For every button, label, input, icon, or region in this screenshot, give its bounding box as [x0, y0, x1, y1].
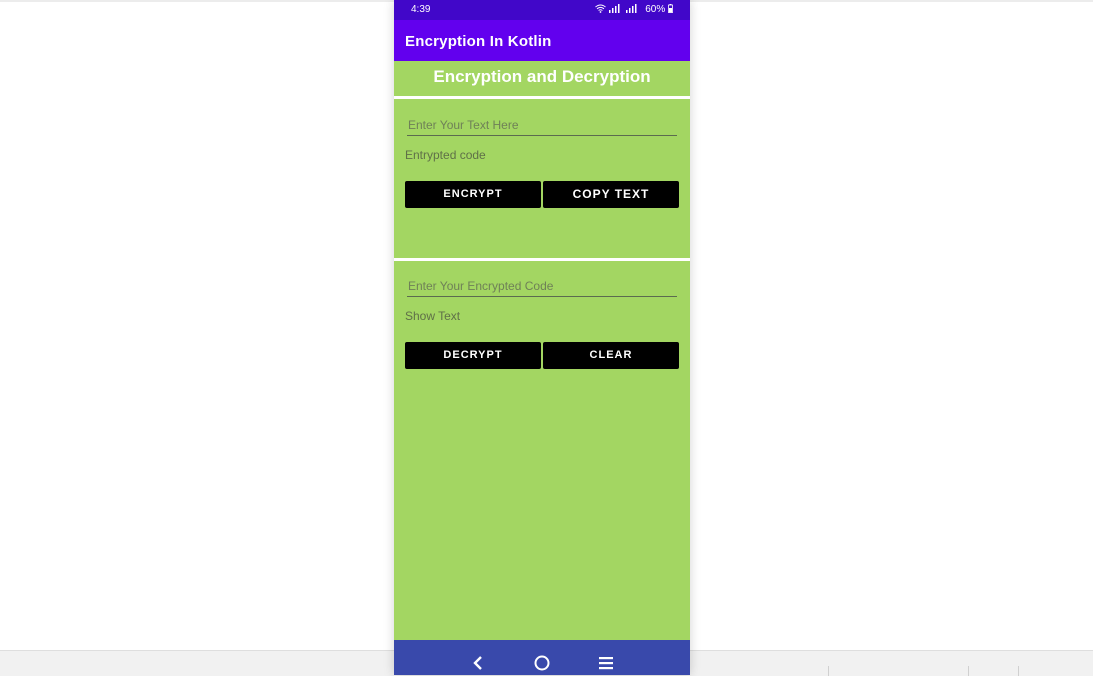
- home-nav-icon[interactable]: [531, 652, 553, 674]
- battery-icon: [668, 4, 673, 15]
- phone-status-bar: 4:39 60%: [394, 0, 690, 20]
- section-divider: [394, 258, 690, 261]
- encrypted-code-output: Entrypted code: [405, 148, 486, 162]
- signal-icon: [608, 4, 645, 15]
- decrypt-button[interactable]: DECRYPT: [405, 342, 541, 369]
- phone-screen: 4:39 60% Encryption In Kotlin Encryption…: [394, 0, 690, 675]
- section-divider: [394, 96, 690, 99]
- encrypted-code-placeholder: Enter Your Encrypted Code: [408, 279, 554, 293]
- app-title: Encryption In Kotlin: [405, 33, 552, 50]
- encrypt-button[interactable]: ENCRYPT: [405, 181, 541, 208]
- status-time: 4:39: [411, 4, 431, 15]
- back-nav-icon[interactable]: [467, 652, 489, 674]
- recents-nav-icon[interactable]: [595, 652, 617, 674]
- clear-button[interactable]: CLEAR: [543, 342, 679, 369]
- battery-level: 60%: [645, 4, 666, 15]
- status-indicators: 60%: [594, 4, 673, 15]
- plain-text-placeholder: Enter Your Text Here: [408, 118, 519, 132]
- copy-text-button[interactable]: COPY TEXT: [543, 181, 679, 208]
- decrypted-text-output: Show Text: [405, 309, 461, 323]
- page-heading: Encryption and Decryption: [433, 67, 651, 86]
- system-nav-bar: [394, 640, 690, 675]
- plain-text-input[interactable]: Enter Your Text Here: [407, 115, 677, 136]
- app-bar: Encryption In Kotlin: [394, 20, 690, 61]
- encrypted-code-input[interactable]: Enter Your Encrypted Code: [407, 276, 677, 297]
- wifi-icon: [594, 4, 609, 15]
